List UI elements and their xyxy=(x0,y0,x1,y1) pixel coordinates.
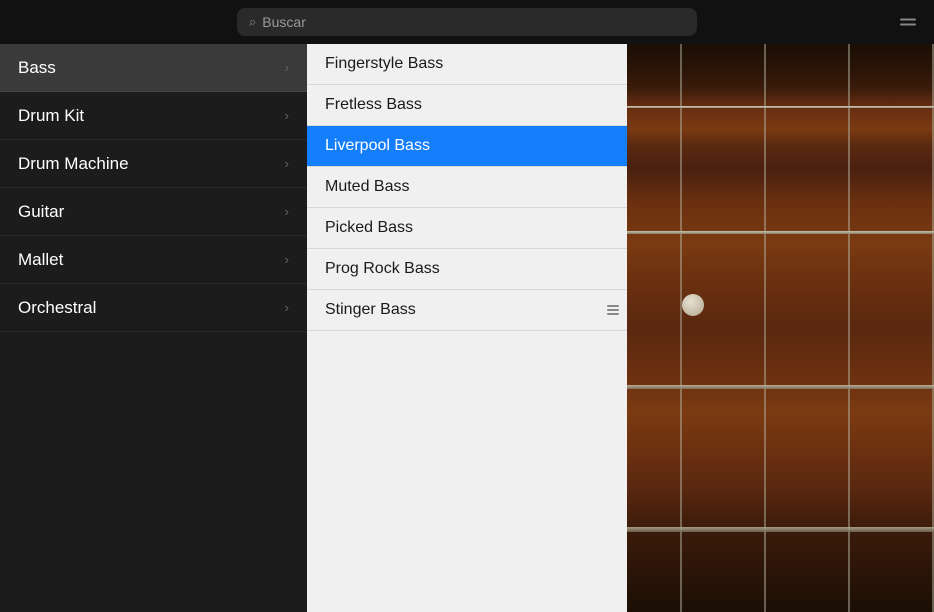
sidebar-item-mallet[interactable]: Mallet › xyxy=(0,236,307,284)
sidebar-item-guitar-label: Guitar xyxy=(18,202,64,222)
search-label: Buscar xyxy=(262,14,306,30)
instrument-item-liverpool-bass[interactable]: Liverpool Bass xyxy=(307,126,627,167)
top-bar: ⌕ Buscar xyxy=(0,0,934,44)
sidebar-item-drum-machine[interactable]: Drum Machine › xyxy=(0,140,307,188)
chevron-right-icon: › xyxy=(285,252,289,267)
sidebar-item-drum-machine-label: Drum Machine xyxy=(18,154,129,174)
instrument-item-muted-bass-label: Muted Bass xyxy=(325,178,409,196)
instrument-item-muted-bass[interactable]: Muted Bass xyxy=(307,167,627,208)
chevron-right-icon: › xyxy=(285,156,289,171)
instrument-item-fingerstyle-bass-label: Fingerstyle Bass xyxy=(325,55,443,73)
sidebar-item-bass-label: Bass xyxy=(18,58,56,78)
instrument-item-prog-rock-bass-label: Prog Rock Bass xyxy=(325,260,440,278)
instrument-item-liverpool-bass-label: Liverpool Bass xyxy=(325,137,430,155)
instrument-item-fretless-bass-label: Fretless Bass xyxy=(325,96,422,114)
chevron-right-icon: › xyxy=(285,108,289,123)
instrument-item-stinger-bass-label: Stinger Bass xyxy=(325,301,416,319)
sidebar-item-bass[interactable]: Bass › xyxy=(0,44,307,92)
sidebar-item-drum-kit[interactable]: Drum Kit › xyxy=(0,92,307,140)
instrument-panel: Fingerstyle Bass Fretless Bass Liverpool… xyxy=(307,44,627,612)
instrument-item-picked-bass[interactable]: Picked Bass xyxy=(307,208,627,249)
fret-marker-3 xyxy=(682,294,704,316)
sidebar-item-orchestral[interactable]: Orchestral › xyxy=(0,284,307,332)
main-area: Bass › Drum Kit › Drum Machine › Guitar … xyxy=(0,44,934,612)
instrument-item-stinger-bass[interactable]: Stinger Bass xyxy=(307,290,627,331)
sidebar-item-drum-kit-label: Drum Kit xyxy=(18,106,84,126)
instrument-item-picked-bass-label: Picked Bass xyxy=(325,219,413,237)
chevron-right-icon: › xyxy=(285,300,289,315)
instrument-item-fingerstyle-bass[interactable]: Fingerstyle Bass xyxy=(307,44,627,85)
chevron-right-icon: › xyxy=(285,204,289,219)
sidebar-item-guitar[interactable]: Guitar › xyxy=(0,188,307,236)
instrument-item-prog-rock-bass[interactable]: Prog Rock Bass xyxy=(307,249,627,290)
menu-icon[interactable] xyxy=(900,19,916,26)
sidebar-item-mallet-label: Mallet xyxy=(18,250,63,270)
chevron-right-icon: › xyxy=(285,60,289,75)
instrument-item-fretless-bass[interactable]: Fretless Bass xyxy=(307,85,627,126)
search-icon: ⌕ xyxy=(249,14,256,30)
sidebar-item-orchestral-label: Orchestral xyxy=(18,298,96,318)
search-box[interactable]: ⌕ Buscar xyxy=(237,8,697,36)
sidebar: Bass › Drum Kit › Drum Machine › Guitar … xyxy=(0,44,307,612)
scroll-indicator xyxy=(607,305,619,315)
